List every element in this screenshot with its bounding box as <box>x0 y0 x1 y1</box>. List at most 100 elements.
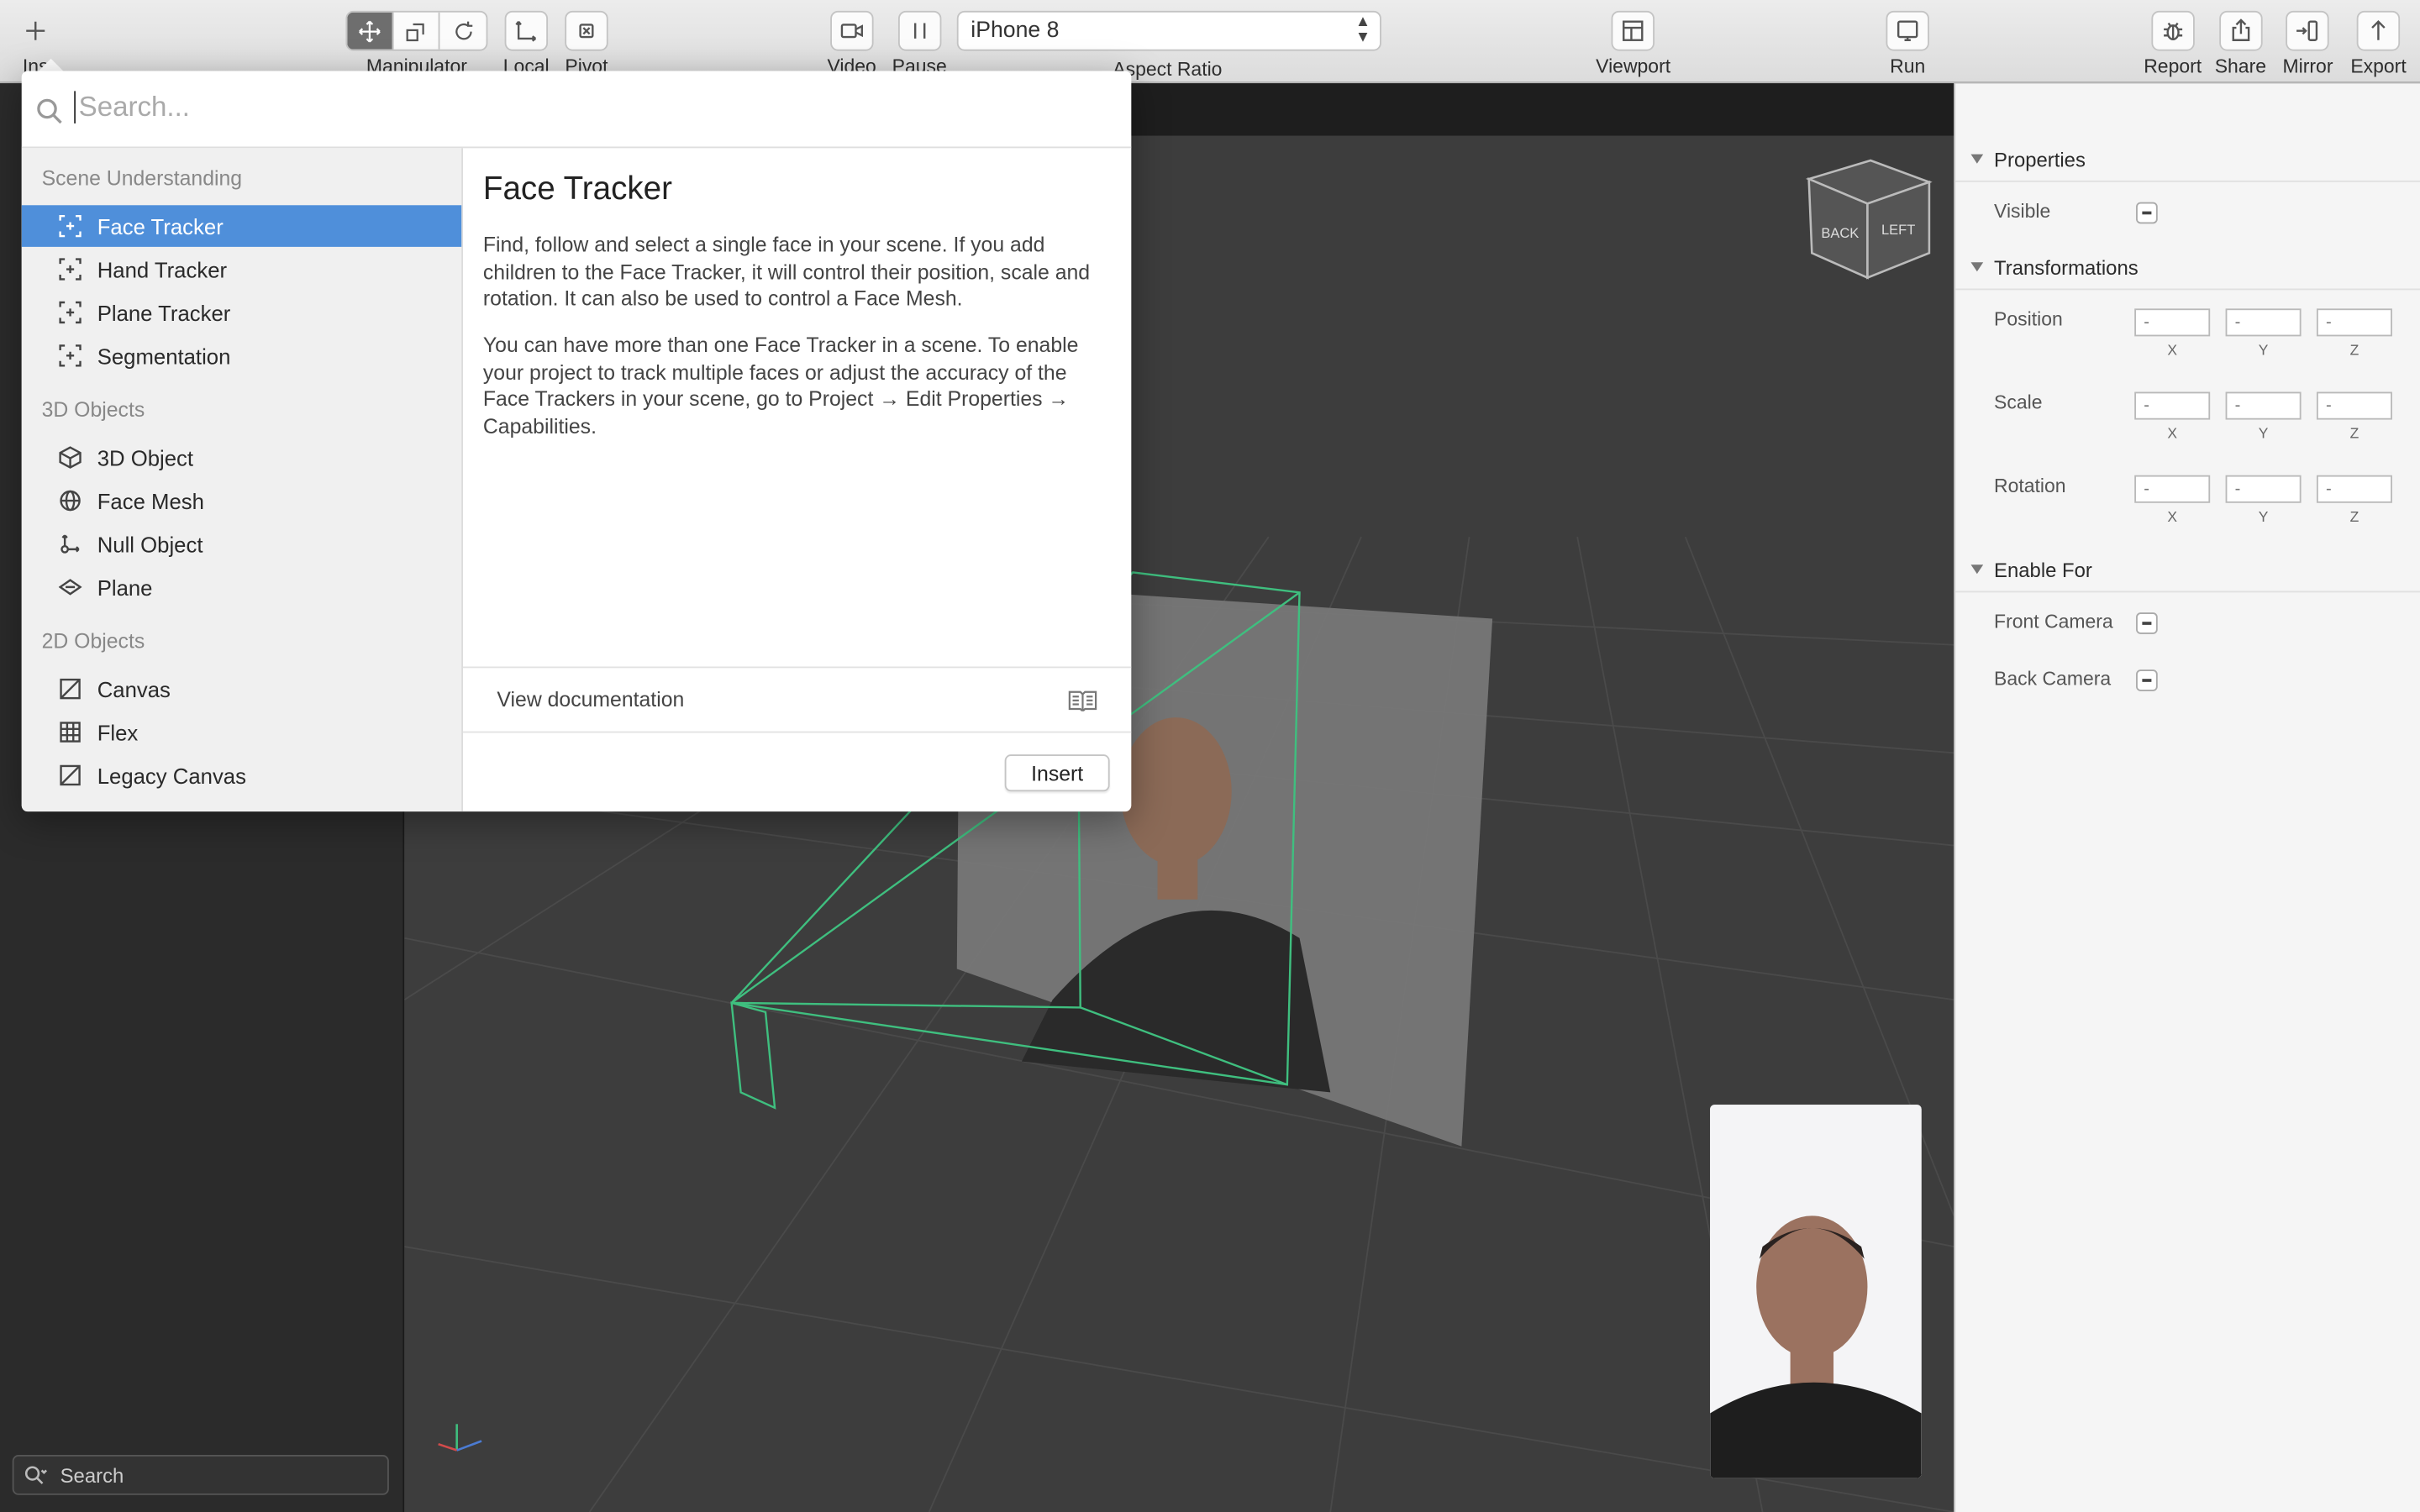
bug-icon[interactable] <box>2150 10 2195 51</box>
properties-header-label: Properties <box>1994 148 2086 171</box>
scale-vector: - X - Y - Z <box>2134 391 2392 444</box>
position-vector: - X - Y - Z <box>2134 308 2392 360</box>
export-arrow-icon[interactable] <box>2356 10 2401 51</box>
run-device-icon[interactable] <box>1886 10 1929 51</box>
local-axes-icon[interactable] <box>504 10 548 51</box>
plus-icon[interactable] <box>15 11 55 51</box>
insert-button[interactable]: Insert <box>1004 754 1110 792</box>
tracker-bracket-icon <box>59 258 82 281</box>
rotation-vector: - X - Y - Z <box>2134 475 2392 527</box>
pivot-tool[interactable]: Pivot <box>565 10 608 77</box>
viewport-tool[interactable]: Viewport <box>1596 10 1671 77</box>
axis-gizmo <box>438 1424 482 1452</box>
position-z-field[interactable]: - <box>2316 308 2392 337</box>
list-item-plane[interactable]: Plane <box>22 566 461 608</box>
list-item-flex[interactable]: Flex <box>22 711 461 753</box>
scale-icon[interactable] <box>393 12 440 50</box>
view-documentation-link[interactable]: View documentation <box>463 666 1132 733</box>
local-tool[interactable]: Local <box>503 10 550 77</box>
pause-icon[interactable] <box>897 10 941 51</box>
camera-preview <box>1710 1105 1922 1478</box>
popover-search-input[interactable]: Search... <box>21 71 1132 149</box>
position-y-field[interactable]: - <box>2225 308 2302 337</box>
list-item-label: Flex <box>97 720 139 746</box>
scale-y-field[interactable]: - <box>2225 391 2302 420</box>
inspector-panel: Properties Visible Transformations Posit… <box>1954 83 2420 1512</box>
rotate-icon[interactable] <box>439 13 486 50</box>
axis-x-label: X <box>2167 425 2178 444</box>
share-label: Share <box>2214 55 2266 77</box>
position-label: Position <box>1994 308 2063 331</box>
transformations-section-header[interactable]: Transformations <box>1955 244 2420 291</box>
search-icon <box>37 98 62 124</box>
scale-x-field[interactable]: - <box>2134 391 2211 420</box>
transformations-header-label: Transformations <box>1994 255 2139 280</box>
scale-label: Scale <box>1994 391 2043 414</box>
video-camera-icon[interactable] <box>829 10 874 51</box>
manipulator-segmented[interactable] <box>345 10 488 51</box>
export-tool[interactable]: Export <box>2350 10 2407 77</box>
tracker-bracket-icon <box>59 344 82 368</box>
move-icon[interactable] <box>347 12 394 50</box>
list-item-segmentation[interactable]: Segmentation <box>22 335 461 377</box>
rotation-y-field[interactable]: - <box>2225 475 2302 503</box>
share-icon[interactable] <box>2218 10 2263 51</box>
list-item-hand-tracker[interactable]: Hand Tracker <box>22 249 461 291</box>
list-item-3d-object[interactable]: 3D Object <box>22 437 461 479</box>
axis-x-label: X <box>2167 342 2178 360</box>
device-select[interactable]: iPhone 8 ▲ ▼ <box>956 10 1381 51</box>
view-cube-back-label: BACK <box>1821 225 1859 241</box>
disclosure-triangle-icon <box>1970 262 1984 272</box>
list-item-label: Hand Tracker <box>97 257 228 283</box>
report-label: Report <box>2144 55 2202 77</box>
pivot-icon[interactable] <box>565 10 608 51</box>
visible-label: Visible <box>1994 200 2051 223</box>
enable-for-section-header[interactable]: Enable For <box>1955 546 2420 593</box>
list-item-label: Legacy Canvas <box>97 764 246 789</box>
report-tool[interactable]: Report <box>2144 10 2202 77</box>
viewport-label: Viewport <box>1596 55 1671 77</box>
globe-mesh-icon <box>59 489 82 512</box>
list-item-null-object[interactable]: Null Object <box>22 523 461 565</box>
video-tool[interactable]: Video <box>827 10 876 77</box>
list-item-face-tracker[interactable]: Face Tracker <box>21 205 462 247</box>
spark-ar-window: Ins Manipulator Local Pivot Video Pause <box>0 0 2420 1512</box>
disclosure-triangle-icon <box>1970 154 1984 164</box>
cube-icon <box>59 446 82 470</box>
popover-search-placeholder: Search... <box>74 91 190 123</box>
visible-checkbox[interactable] <box>2136 202 2158 224</box>
tracker-bracket-icon <box>59 214 82 238</box>
axis-z-label: Z <box>2349 509 2360 527</box>
rotation-z-field[interactable]: - <box>2316 475 2392 503</box>
list-item-face-mesh[interactable]: Face Mesh <box>22 480 461 522</box>
view-cube[interactable] <box>1805 159 1933 280</box>
viewport-layout-icon[interactable] <box>1611 10 1655 51</box>
run-tool[interactable]: Run <box>1886 10 1929 77</box>
axis-y-label: Y <box>2258 425 2269 444</box>
export-label: Export <box>2350 55 2407 77</box>
list-item-label: Face Mesh <box>97 489 204 514</box>
properties-section-header[interactable]: Properties <box>1955 136 2420 182</box>
list-item-label: Face Tracker <box>97 214 224 239</box>
back-camera-checkbox[interactable] <box>2136 669 2158 691</box>
plane-diamond-icon <box>58 575 82 599</box>
mirror-tool[interactable]: Mirror <box>2283 10 2333 77</box>
scene-search-input[interactable]: Search <box>12 1455 389 1495</box>
rotation-x-field[interactable]: - <box>2134 475 2211 503</box>
front-camera-checkbox[interactable] <box>2136 612 2158 634</box>
preview-person-image <box>1710 1105 1922 1478</box>
object-detail-pane: Face Tracker Find, follow and select a s… <box>463 148 1132 811</box>
list-item-plane-tracker[interactable]: Plane Tracker <box>22 291 461 333</box>
axis-z-label: Z <box>2349 425 2360 444</box>
share-tool[interactable]: Share <box>2214 10 2266 77</box>
list-item-canvas[interactable]: Canvas <box>22 668 461 710</box>
mirror-icon[interactable] <box>2286 10 2330 51</box>
list-item-label: Segmentation <box>97 344 231 369</box>
list-item-legacy-canvas[interactable]: Legacy Canvas <box>22 754 461 796</box>
scale-z-field[interactable]: - <box>2316 391 2392 420</box>
pause-tool[interactable]: Pause <box>892 10 947 77</box>
enable-for-header-label: Enable For <box>1994 558 2092 582</box>
list-item-label: Plane <box>97 575 153 601</box>
detail-description-2: You can have more than one Face Tracker … <box>482 333 1079 438</box>
position-x-field[interactable]: - <box>2134 308 2211 337</box>
